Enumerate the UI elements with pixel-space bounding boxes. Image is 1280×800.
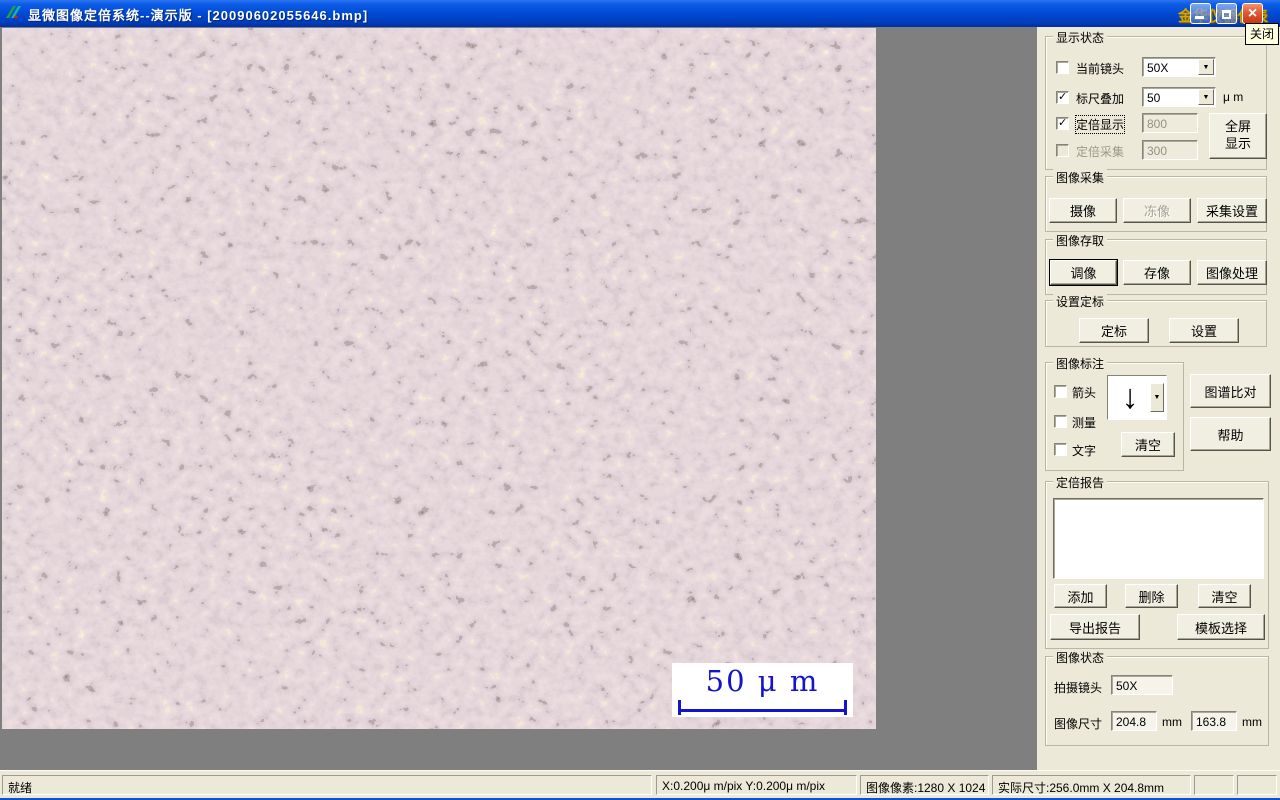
report-add-button[interactable]: 添加 — [1054, 584, 1107, 608]
status-bar: 就绪 X:0.200μ m/pix Y:0.200μ m/pix 图像像素:12… — [0, 770, 1280, 798]
restore-button[interactable] — [1216, 3, 1237, 24]
ruler-overlay-label: 标尺叠加 — [1076, 92, 1125, 106]
close-button[interactable]: × — [1242, 3, 1263, 24]
fixed-capture-checkbox — [1056, 144, 1069, 157]
group-title: 图像采集 — [1053, 169, 1108, 186]
chevron-down-icon[interactable]: ▼ — [1198, 59, 1214, 75]
group-title: 图像存取 — [1053, 232, 1108, 249]
lens-value: 50X — [1116, 679, 1138, 693]
scale-bar-overlay: 50 μ m — [672, 663, 853, 717]
image-height-field: 163.8 — [1191, 711, 1237, 731]
status-pixel-scale: X:0.200μ m/pix Y:0.200μ m/pix — [656, 775, 857, 795]
width-unit-label: mm — [1162, 715, 1182, 729]
annotation-clear-button[interactable]: 清空 — [1121, 432, 1175, 457]
control-panel: 显示状态 当前镜头 50X ▼ ✓ 标尺叠加 50 ▼ μ m ✓ 定倍显示 8… — [1037, 27, 1280, 770]
status-image-pixels: 图像像素:1280 X 1024 — [860, 775, 989, 795]
measure-checkbox[interactable] — [1054, 415, 1067, 428]
current-lens-combo[interactable]: 50X ▼ — [1142, 57, 1216, 77]
size-label: 图像尺寸 — [1054, 717, 1103, 731]
status-empty-panel — [1237, 775, 1277, 795]
image-width-field: 204.8 — [1111, 711, 1157, 731]
group-title: 显示状态 — [1053, 29, 1108, 46]
micrograph-viewport[interactable]: 50 μ m — [2, 28, 876, 729]
minimize-icon — [1195, 16, 1204, 19]
check-icon: ✓ — [1058, 91, 1068, 103]
arrow-checkbox[interactable] — [1054, 385, 1067, 398]
current-lens-value: 50X — [1147, 61, 1169, 75]
restore-icon — [1222, 10, 1231, 19]
fullscreen-button[interactable]: 全屏显示 — [1209, 113, 1267, 159]
chevron-down-icon[interactable]: ▼ — [1198, 89, 1214, 105]
help-button[interactable]: 帮助 — [1190, 417, 1271, 451]
report-clear-button[interactable]: 清空 — [1198, 584, 1251, 608]
group-title: 图像状态 — [1053, 649, 1108, 666]
scale-bar-line — [678, 700, 847, 715]
group-title: 设置定标 — [1053, 293, 1108, 310]
check-icon: ✓ — [1058, 117, 1068, 129]
freeze-button: 冻像 — [1123, 198, 1191, 223]
current-lens-checkbox[interactable] — [1056, 61, 1069, 74]
group-image-status: 图像状态 拍摄镜头 50X 图像尺寸 204.8 mm 163.8 mm — [1045, 649, 1269, 746]
title-bar: 显微图像定倍系统--演示版 - [20090602055646.bmp] 金华仪… — [0, 0, 1280, 27]
calib-settings-button[interactable]: 设置 — [1169, 318, 1239, 343]
chevron-down-icon[interactable]: ▼ — [1150, 383, 1164, 412]
capture-settings-button[interactable]: 采集设置 — [1197, 198, 1267, 223]
image-process-button[interactable]: 图像处理 — [1197, 260, 1267, 285]
fixed-display-checkbox[interactable]: ✓ — [1056, 117, 1069, 130]
close-tooltip: 关闭 — [1245, 23, 1280, 45]
fixed-capture-label: 定倍采集 — [1076, 145, 1125, 159]
image-width-value: 204.8 — [1116, 715, 1147, 729]
save-image-button[interactable]: 存像 — [1123, 260, 1191, 285]
fixed-display-value: 800 — [1147, 117, 1168, 131]
group-title: 定倍报告 — [1053, 474, 1108, 491]
group-annotation: 图像标注 箭头 ↓ ▼ 测量 文字 清空 — [1045, 355, 1184, 471]
status-actual-size: 实际尺寸:256.0mm X 204.8mm — [992, 775, 1191, 795]
arrow-label: 箭头 — [1072, 386, 1097, 400]
ruler-value: 50 — [1147, 91, 1161, 105]
ruler-unit-label: μ m — [1223, 90, 1244, 104]
camera-button[interactable]: 摄像 — [1049, 198, 1117, 223]
window-title: 显微图像定倍系统--演示版 - [20090602055646.bmp] — [28, 8, 369, 23]
lens-field: 50X — [1111, 675, 1173, 695]
lens-label: 拍摄镜头 — [1054, 681, 1103, 695]
app-icon — [6, 6, 21, 19]
report-delete-button[interactable]: 删除 — [1125, 584, 1178, 608]
ruler-overlay-checkbox[interactable]: ✓ — [1056, 91, 1069, 104]
minimize-button[interactable] — [1190, 3, 1211, 24]
fixed-capture-value: 300 — [1147, 144, 1168, 158]
group-report: 定倍报告 添加 删除 清空 导出报告 模板选择 — [1045, 474, 1269, 649]
measure-label: 测量 — [1072, 416, 1097, 430]
arrow-down-icon: ↓ — [1121, 378, 1139, 416]
fixed-display-label: 定倍显示 — [1074, 115, 1126, 134]
group-display-status: 显示状态 当前镜头 50X ▼ ✓ 标尺叠加 50 ▼ μ m ✓ 定倍显示 8… — [1045, 29, 1267, 170]
current-lens-label: 当前镜头 — [1076, 62, 1125, 76]
group-title: 图像标注 — [1053, 355, 1108, 372]
report-listbox[interactable] — [1053, 498, 1264, 579]
template-select-button[interactable]: 模板选择 — [1177, 614, 1265, 640]
group-image-storage: 图像存取 调像 存像 图像处理 — [1045, 232, 1267, 295]
group-calibration: 设置定标 定标 设置 — [1045, 293, 1267, 347]
fixed-display-field: 800 — [1142, 113, 1198, 133]
ruler-value-combo[interactable]: 50 ▼ — [1142, 87, 1216, 107]
application-window: 显微图像定倍系统--演示版 - [20090602055646.bmp] 金华仪… — [0, 0, 1280, 800]
image-height-value: 163.8 — [1196, 715, 1227, 729]
text-label: 文字 — [1072, 444, 1097, 458]
text-checkbox[interactable] — [1054, 443, 1067, 456]
micrograph-image — [2, 28, 876, 729]
group-image-capture: 图像采集 摄像 冻像 采集设置 — [1045, 169, 1267, 232]
height-unit-label: mm — [1242, 715, 1262, 729]
scale-bar-label: 50 μ m — [705, 664, 820, 698]
close-icon: × — [1247, 5, 1258, 22]
export-report-button[interactable]: 导出报告 — [1050, 614, 1140, 640]
status-empty-panel — [1194, 775, 1234, 795]
load-image-button[interactable]: 调像 — [1050, 260, 1117, 285]
atlas-compare-button[interactable]: 图谱比对 — [1190, 374, 1271, 408]
arrow-style-combo[interactable]: ↓ ▼ — [1107, 375, 1167, 420]
fixed-capture-field: 300 — [1142, 140, 1198, 160]
status-ready: 就绪 — [2, 775, 652, 795]
calibrate-button[interactable]: 定标 — [1079, 318, 1149, 343]
